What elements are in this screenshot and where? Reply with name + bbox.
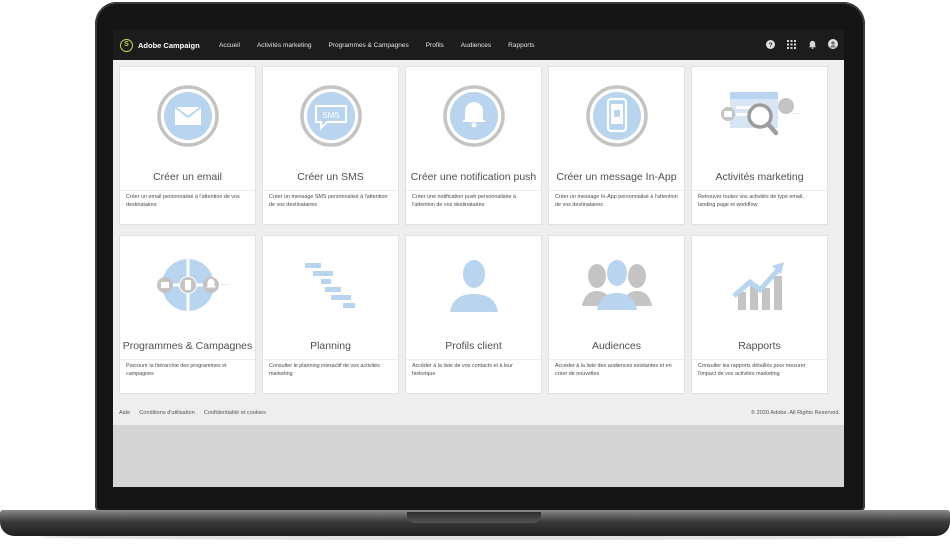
help-icon[interactable]: ?	[765, 39, 775, 49]
card-title: Créer un message In-App	[556, 171, 677, 183]
card-title: Profils client	[445, 340, 502, 352]
card-title: Créer une notification push	[410, 171, 537, 183]
card-divider	[406, 190, 541, 191]
bell-icon[interactable]	[807, 39, 817, 49]
bell-icon	[406, 67, 541, 165]
person-icon	[406, 236, 541, 334]
home-content: Créer un email Créer un email personnali…	[113, 60, 844, 425]
user-avatar-icon[interactable]	[828, 39, 838, 49]
card-audiences[interactable]: Audiences Accéder à la liste des audienc…	[549, 236, 684, 393]
svg-text:SMS: SMS	[322, 111, 339, 120]
top-navigation-bar: S Adobe Campaign Accueil Activités marke…	[113, 30, 844, 60]
nav-item-programmes-campagnes[interactable]: Programmes & Campagnes	[329, 42, 409, 49]
card-description: Créer un message In-App personnalisé à l…	[555, 194, 678, 208]
footer-link-conditions[interactable]: Conditions d'utilisation	[139, 410, 194, 416]
apps-grid-icon[interactable]	[786, 39, 796, 49]
empty-area	[113, 425, 844, 487]
card-divider	[120, 190, 255, 191]
card-description: Retrouver toutes vos activités de type e…	[698, 194, 804, 208]
svg-text:···: ···	[792, 109, 800, 118]
toolbar: ?	[754, 39, 838, 49]
card-creer-email[interactable]: Créer un email Créer un email personnali…	[120, 67, 255, 224]
card-divider	[549, 190, 684, 191]
programs-wheel-icon: ···	[120, 236, 255, 334]
card-description: Créer une notification push personnalisé…	[412, 194, 516, 208]
card-title: Rapports	[738, 340, 781, 352]
card-divider	[692, 190, 827, 191]
card-description: Consulter le planning interactif de vos …	[269, 363, 380, 377]
copyright: © 2020 Adobe. All Rights Reserved.	[750, 410, 840, 416]
card-programmes-campagnes[interactable]: ··· Programmes & Campagnes Parcourir la …	[120, 236, 255, 393]
card-description: Créer un message SMS personnalisé à l'at…	[269, 194, 388, 208]
nav-item-audiences[interactable]: Audiences	[461, 42, 491, 49]
card-divider	[692, 359, 827, 360]
nav-item-profils[interactable]: Profils	[426, 42, 444, 49]
svg-text:···: ···	[220, 280, 228, 289]
card-divider	[263, 359, 398, 360]
nav-item-activites-marketing[interactable]: Activités marketing	[257, 42, 312, 49]
app-screen: S Adobe Campaign Accueil Activités marke…	[113, 30, 844, 487]
card-creer-message-in-app[interactable]: Créer un message In-App Créer un message…	[549, 67, 684, 224]
email-icon	[120, 67, 255, 165]
card-title: Audiences	[591, 340, 642, 352]
card-creer-sms[interactable]: SMS Créer un SMS Créer un message SMS pe…	[263, 67, 398, 224]
card-creer-notification-push[interactable]: Créer une notification push Créer une no…	[406, 67, 541, 224]
card-description: Créer un email personnalisé à l'attentio…	[126, 194, 240, 208]
card-divider	[549, 359, 684, 360]
card-description: Accéder à la liste de vos contacts et à …	[412, 363, 513, 377]
bar-chart-icon	[692, 236, 827, 334]
card-profils-client[interactable]: Profils client Accéder à la liste de vos…	[406, 236, 541, 393]
app-name: Adobe Campaign	[138, 40, 200, 50]
adobe-campaign-logo-icon: S	[120, 38, 133, 52]
card-description: Consulter les rapports détaillés pour me…	[698, 363, 806, 377]
laptop-notch	[407, 512, 541, 523]
footer-links: Aide Conditions d'utilisation Confidenti…	[119, 410, 275, 416]
card-title: Planning	[310, 340, 351, 352]
card-description: Parcourir la hiérarchie des programmes e…	[126, 363, 227, 377]
footer-link-confidentialite[interactable]: Confidentialité et cookies	[204, 410, 266, 416]
card-description: Accéder à la liste des audiences existan…	[555, 363, 672, 377]
marketing-search-icon: ···	[692, 67, 827, 165]
main-nav: Accueil Activités marketing Programmes &…	[219, 42, 552, 49]
svg-text:?: ?	[768, 42, 772, 49]
card-planning[interactable]: Planning Consulter le planning interacti…	[263, 236, 398, 393]
group-icon	[549, 236, 684, 334]
nav-item-accueil[interactable]: Accueil	[219, 42, 240, 49]
mobile-icon	[549, 67, 684, 165]
card-divider	[120, 359, 255, 360]
footer-link-aide[interactable]: Aide	[119, 410, 130, 416]
nav-item-rapports[interactable]: Rapports	[508, 42, 534, 49]
card-title: Programmes & Campagnes	[122, 340, 253, 352]
card-title: Activités marketing	[715, 171, 804, 183]
brand[interactable]: S Adobe Campaign	[120, 38, 215, 52]
card-rapports[interactable]: Rapports Consulter les rapports détaillé…	[692, 236, 827, 393]
card-divider	[263, 190, 398, 191]
card-title: Créer un email	[153, 171, 222, 183]
gantt-icon	[263, 236, 398, 334]
sms-icon: SMS	[263, 67, 398, 165]
card-title: Créer un SMS	[297, 171, 364, 183]
card-divider	[406, 359, 541, 360]
card-activites-marketing[interactable]: ··· Activités marketing Retrouver toutes…	[692, 67, 827, 224]
